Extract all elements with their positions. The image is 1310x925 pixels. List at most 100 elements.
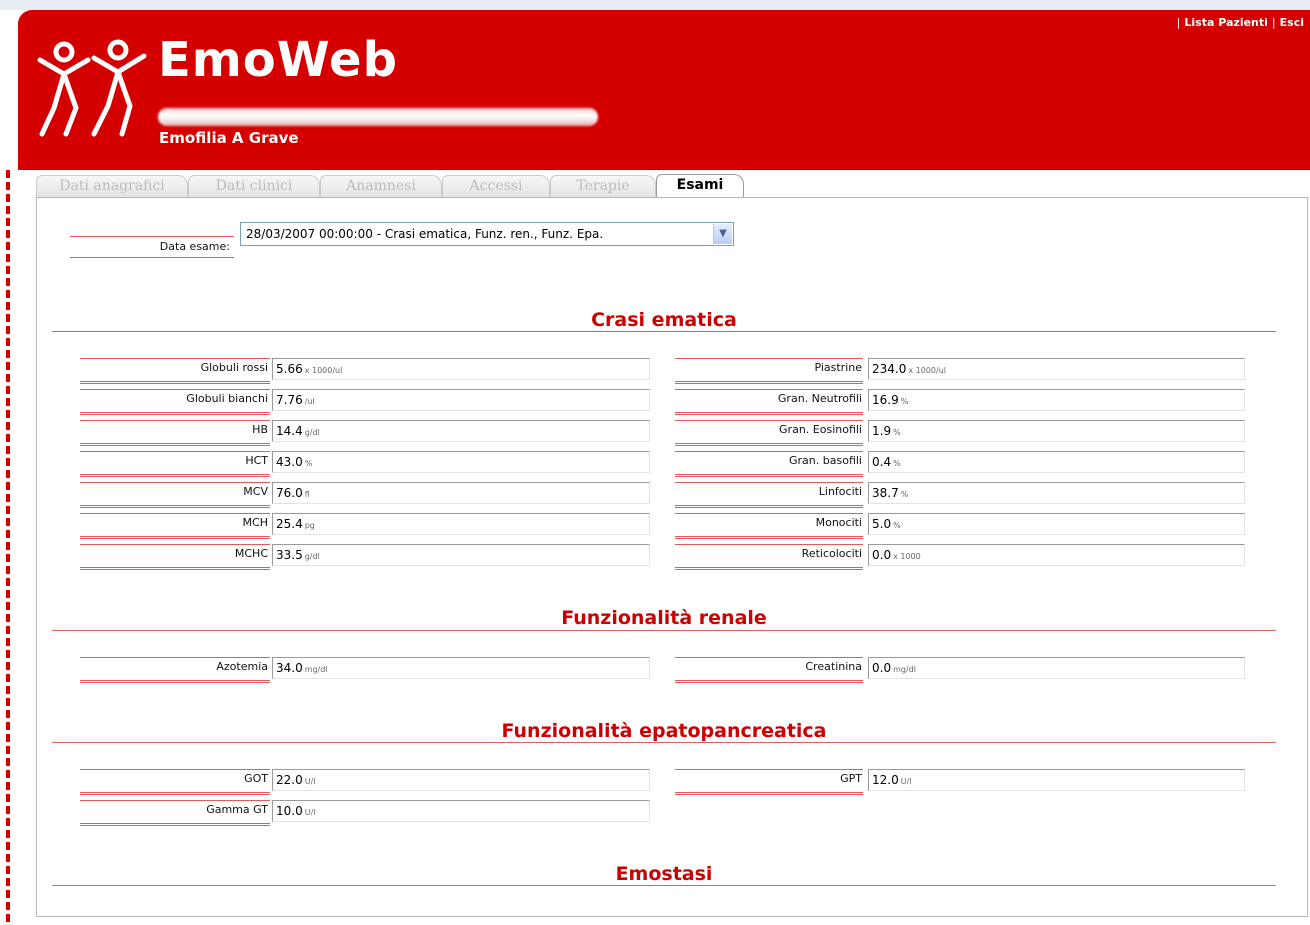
field-unit: % <box>893 521 901 530</box>
field-unit: % <box>304 459 313 468</box>
field-azotemia: Azotemia 34.0 mg/dl <box>80 657 650 683</box>
tab-terapie[interactable]: Terapie <box>550 175 656 197</box>
field-label: HB <box>252 423 268 436</box>
section-title-renale: Funzionalità renale <box>561 607 767 629</box>
field-gamma-gt: Gamma GT 10.0 U/l <box>80 800 650 826</box>
field-label: MCHC <box>234 547 268 560</box>
tab-dati-anagrafici[interactable]: Dati anagrafici <box>36 175 188 197</box>
field-label: Piastrine <box>814 361 862 374</box>
field-unit: % <box>893 459 901 468</box>
section-divider <box>52 742 1276 743</box>
section-divider <box>52 331 1276 332</box>
field-value-box[interactable]: 22.0 U/l <box>272 769 650 791</box>
field-label: Creatinina <box>805 660 862 673</box>
field-unit: x 1000/ul <box>908 366 946 375</box>
exam-date-selected: 28/03/2007 00:00:00 - Crasi ematica, Fun… <box>246 227 604 241</box>
field-value: 38.7 <box>872 486 899 500</box>
link-esci[interactable]: Esci <box>1280 16 1304 29</box>
field-value-box[interactable]: 43.0% <box>272 451 650 473</box>
separator: | <box>1271 16 1276 29</box>
field-value-box[interactable]: 234.0 x 1000/ul <box>868 358 1245 380</box>
field-value: 5.0 <box>872 517 892 531</box>
field-unit: U/l <box>304 777 316 786</box>
dashed-left-border <box>6 170 10 925</box>
field-value-box[interactable]: 12.0 U/l <box>868 769 1245 791</box>
field-unit: fl <box>304 490 310 499</box>
field-value: 234.0 <box>872 362 907 376</box>
section-title-crasi: Crasi ematica <box>591 309 737 331</box>
field-unit: pg <box>304 521 315 530</box>
separator: | <box>1176 16 1181 29</box>
field-value: 16.9 <box>872 393 899 407</box>
field-value-box[interactable]: 10.0 U/l <box>272 800 650 822</box>
field-label: MCH <box>242 516 268 529</box>
tab-esami[interactable]: Esami <box>656 174 744 198</box>
section-title-emostasi: Emostasi <box>615 863 713 885</box>
field-value: 22.0 <box>276 773 303 787</box>
field-label: Gran. Eosinofili <box>779 423 862 436</box>
tab-anamnesi[interactable]: Anamnesi <box>320 175 442 197</box>
field-unit: mg/dl <box>893 665 916 674</box>
field-mch: MCH 25.4 pg <box>80 513 650 539</box>
field-value-box[interactable]: 0.4% <box>868 451 1245 473</box>
field-label: Reticolociti <box>801 547 862 560</box>
exam-date-label: Data esame: <box>159 240 230 253</box>
field-value-box[interactable]: 14.4 g/dl <box>272 420 650 442</box>
field-value-box[interactable]: 34.0 mg/dl <box>272 657 650 679</box>
exam-date-label-frame: Data esame: <box>70 236 234 258</box>
field-linfociti: Linfociti 38.7% <box>675 482 1245 508</box>
field-gran-neutrofili: Gran. Neutrofili 16.9% <box>675 389 1245 415</box>
label-frame <box>80 482 270 508</box>
field-value: 33.5 <box>276 548 303 562</box>
field-unit: /ul <box>304 397 315 406</box>
label-frame <box>80 513 270 539</box>
field-unit: % <box>893 428 901 437</box>
field-label: Linfociti <box>818 485 862 498</box>
field-globuli-bianchi: Globuli bianchi 7.76/ul <box>80 389 650 415</box>
link-lista-pazienti[interactable]: Lista Pazienti <box>1184 16 1268 29</box>
field-label: MCV <box>243 485 268 498</box>
field-value-box[interactable]: 25.4 pg <box>272 513 650 535</box>
section-title-epato: Funzionalità epatopancreatica <box>501 720 827 742</box>
field-unit: % <box>900 397 909 406</box>
field-value-box[interactable]: 1.9% <box>868 420 1245 442</box>
field-unit: U/l <box>900 777 912 786</box>
field-value: 1.9 <box>872 424 892 438</box>
field-got: GOT 22.0 U/l <box>80 769 650 795</box>
field-value-box[interactable]: 16.9% <box>868 389 1245 411</box>
field-value-box[interactable]: 7.76/ul <box>272 389 650 411</box>
section-divider <box>52 885 1276 886</box>
field-label: GOT <box>244 772 268 785</box>
field-value: 10.0 <box>276 804 303 818</box>
chevron-down-icon[interactable]: ▼ <box>713 224 732 244</box>
tab-dati-clinici[interactable]: Dati clinici <box>188 175 320 197</box>
field-value-box[interactable]: 0.0 mg/dl <box>868 657 1245 679</box>
field-globuli-rossi: Globuli rossi 5.66 x 1000/ul <box>80 358 650 384</box>
field-value-box[interactable]: 33.5 g/dl <box>272 544 650 566</box>
label-frame <box>80 451 270 477</box>
redacted-patient-name <box>158 108 598 126</box>
section-divider <box>52 630 1276 631</box>
field-label: Gran. Neutrofili <box>777 392 862 405</box>
field-gpt: GPT 12.0 U/l <box>675 769 1245 795</box>
field-value: 5.66 <box>276 362 303 376</box>
field-mchc: MCHC 33.5 g/dl <box>80 544 650 570</box>
field-value-box[interactable]: 5.66 x 1000/ul <box>272 358 650 380</box>
field-value: 34.0 <box>276 661 303 675</box>
field-value-box[interactable]: 5.0% <box>868 513 1245 535</box>
field-value-box[interactable]: 38.7% <box>868 482 1245 504</box>
field-reticolociti: Reticolociti 0.0 x 1000 <box>675 544 1245 570</box>
field-hct: HCT 43.0% <box>80 451 650 477</box>
tab-accessi[interactable]: Accessi <box>442 175 550 197</box>
field-unit: U/l <box>304 808 316 817</box>
field-value: 0.4 <box>872 455 892 469</box>
field-value-box[interactable]: 0.0 x 1000 <box>868 544 1245 566</box>
label-frame <box>675 769 863 795</box>
field-mcv: MCV 76.0 fl <box>80 482 650 508</box>
field-label: GPT <box>840 772 862 785</box>
field-label: Azotemia <box>216 660 268 673</box>
field-value-box[interactable]: 76.0 fl <box>272 482 650 504</box>
field-creatinina: Creatinina 0.0 mg/dl <box>675 657 1245 683</box>
field-unit: mg/dl <box>304 665 328 674</box>
exam-date-select[interactable]: 28/03/2007 00:00:00 - Crasi ematica, Fun… <box>240 222 734 246</box>
